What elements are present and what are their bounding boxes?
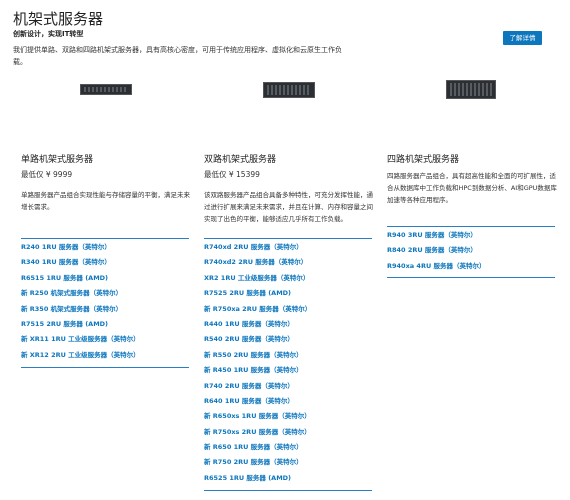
product-link[interactable]: XR2 1RU 工业级服务器（英特尔） [204,271,311,286]
product-link[interactable]: R940 3RU 服务器（英特尔） [387,228,485,243]
product-link[interactable]: R240 1RU 服务器（英特尔） [21,240,140,255]
product-link[interactable]: 新 XR11 1RU 工业级服务器（英特尔） [21,332,140,347]
product-link[interactable]: R440 1RU 服务器（英特尔） [204,317,311,332]
product-link[interactable]: 新 R550 2RU 服务器（英特尔） [204,348,311,363]
product-link[interactable]: 新 R250 机架式服务器（英特尔） [21,286,140,301]
column-price: 最低仅 ¥ 15399 [204,170,260,179]
column-divider-top [387,226,555,227]
product-link[interactable]: R6525 1RU 服务器 (AMD) [204,471,311,486]
intro-description: 我们提供单路、双路和四路机架式服务器，具有高核心密度，可用于传统应用程序、虚拟化… [13,46,342,66]
product-link[interactable]: 新 R650 1RU 服务器（英特尔） [204,440,311,455]
product-link[interactable]: R740 2RU 服务器（英特尔） [204,379,311,394]
column-title: 单路机架式服务器 [21,155,94,165]
product-link[interactable]: 新 R750xa 2RU 服务器（英特尔） [204,302,311,317]
learn-more-button[interactable]: 了解详情 [503,31,542,45]
product-link[interactable]: 新 R650xs 1RU 服务器（英特尔） [204,409,311,424]
column-single-socket: 单路机架式服务器 最低仅 ¥ 9999 单路服务器产品组合实现性能与存储容量的平… [21,152,191,213]
product-link[interactable]: R6515 1RU 服务器 (AMD) [21,271,140,286]
page-subtitle: 创新设计，实现IT转型 [13,30,84,38]
product-link[interactable]: R840 2RU 服务器（英特尔） [387,243,485,258]
column-price: 最低仅 ¥ 9999 [21,170,73,179]
product-link[interactable]: R640 1RU 服务器（英特尔） [204,394,311,409]
column-dual-socket: 双路机架式服务器 最低仅 ¥ 15399 该双路服务器产品组合具备多种特性，可充… [204,152,374,225]
single-socket-link-list: R240 1RU 服务器（英特尔） R340 1RU 服务器（英特尔） R651… [21,240,140,363]
column-description: 该双路服务器产品组合具备多种特性，可充分发挥性能，通过进行扩展来满足未来需求，并… [204,191,373,223]
column-quad-socket: 四路机架式服务器 四路服务器产品组合，具有超高性能和全面的可扩展性，适合从数据库… [387,152,557,206]
column-divider-bottom [387,277,555,278]
product-link[interactable]: R740xd 2RU 服务器（英特尔） [204,240,311,255]
column-title: 四路机架式服务器 [387,155,460,165]
column-divider-top [21,238,189,239]
product-link[interactable]: 新 R450 1RU 服务器（英特尔） [204,363,311,378]
product-link[interactable]: R7525 2RU 服务器 (AMD) [204,286,311,301]
column-description: 四路服务器产品组合，具有超高性能和全面的可扩展性，适合从数据库中工作负载和HPC… [387,172,557,204]
server-image-dual-socket [263,82,315,98]
column-divider-bottom [204,490,372,491]
product-link[interactable]: R940xa 4RU 服务器（英特尔） [387,259,485,274]
product-link[interactable]: R7515 2RU 服务器 (AMD) [21,317,140,332]
column-description: 单路服务器产品组合实现性能与存储容量的平衡，满足未来增长需求。 [21,191,190,211]
product-link[interactable]: 新 R350 机架式服务器（英特尔） [21,302,140,317]
column-title: 双路机架式服务器 [204,155,277,165]
product-link[interactable]: 新 R750xs 2RU 服务器（英特尔） [204,425,311,440]
server-image-quad-socket [446,80,496,99]
column-divider-top [204,238,372,239]
product-link[interactable]: R340 1RU 服务器（英特尔） [21,255,140,270]
product-link[interactable]: R740xd2 2RU 服务器（英特尔） [204,255,311,270]
product-link[interactable]: R540 2RU 服务器（英特尔） [204,332,311,347]
dual-socket-link-list: R740xd 2RU 服务器（英特尔） R740xd2 2RU 服务器（英特尔）… [204,240,311,486]
page-title: 机架式服务器 [13,10,104,28]
product-link[interactable]: 新 XR12 2RU 工业级服务器（英特尔） [21,348,140,363]
product-link[interactable]: 新 R750 2RU 服务器（英特尔） [204,455,311,470]
column-divider-bottom [21,367,189,368]
server-image-single-socket [80,84,132,95]
quad-socket-link-list: R940 3RU 服务器（英特尔） R840 2RU 服务器（英特尔） R940… [387,228,485,274]
